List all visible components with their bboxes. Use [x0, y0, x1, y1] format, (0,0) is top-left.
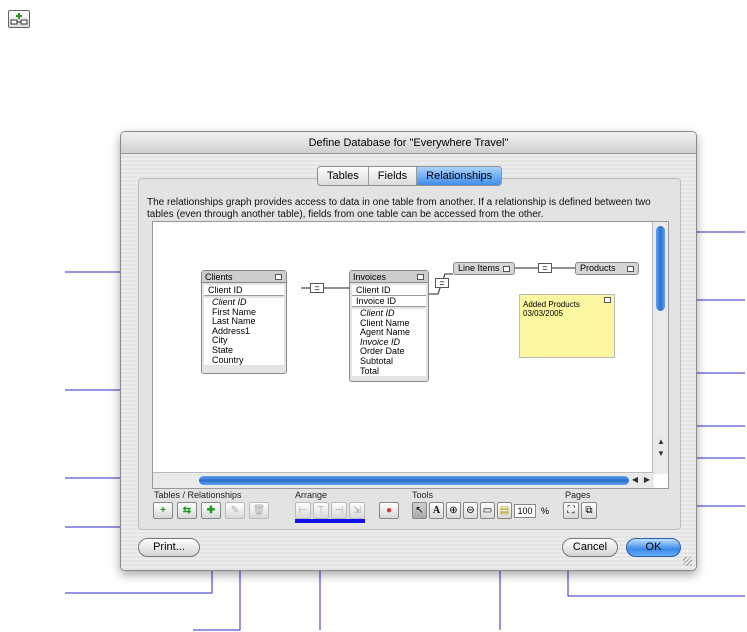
products-table[interactable]: Products: [575, 262, 639, 275]
add-table-icon: +: [160, 505, 166, 516]
zoom-out-button[interactable]: ⊖: [463, 502, 478, 519]
collapse-icon[interactable]: [627, 266, 634, 272]
show-page-breaks-button[interactable]: ⛶: [563, 502, 579, 519]
field-country: Country: [212, 354, 244, 365]
text-tool-icon: A: [432, 505, 441, 516]
text-tool-button[interactable]: A: [429, 502, 444, 519]
add-relationship-button[interactable]: ⇆: [177, 502, 197, 519]
page-setup-button[interactable]: ⧉: [581, 502, 597, 519]
invoices-table[interactable]: Invoices Client ID Invoice ID Client ID …: [349, 270, 429, 382]
horizontal-scrollbar[interactable]: ◀ ▶: [153, 472, 654, 488]
relationships-description: The relationships graph provides access …: [147, 197, 651, 220]
pages-toolbar: ⛶ ⧉: [563, 502, 597, 519]
arrange-toolbar: ⊢ ⊤ ⊣ ⇲: [295, 502, 365, 519]
scroll-left-icon[interactable]: ◀: [629, 474, 641, 486]
vertical-scroll-thumb[interactable]: [656, 226, 665, 311]
page-breaks-icon: ⛶: [567, 505, 575, 516]
clients-table-title: Clients: [205, 272, 233, 282]
tab-tables[interactable]: Tables: [318, 167, 369, 185]
line-items-table-title: Line Items: [458, 263, 500, 273]
define-database-dialog: Define Database for "Everywhere Travel" …: [120, 131, 697, 571]
distribute-icon: ⊣: [334, 505, 344, 516]
resize-grip-icon[interactable]: [683, 557, 692, 566]
add-table-button[interactable]: +: [153, 502, 173, 519]
view-button[interactable]: ▭: [480, 502, 495, 519]
line-items-table[interactable]: Line Items: [453, 262, 515, 275]
collapse-icon[interactable]: [417, 274, 424, 280]
invoices-table-header[interactable]: Invoices: [350, 271, 428, 283]
tables-relationships-label: Tables / Relationships: [154, 490, 242, 500]
resize-icon: ⇲: [352, 505, 362, 516]
relationship-operator-icon[interactable]: =: [310, 283, 324, 293]
resize-button[interactable]: ⇲: [349, 502, 365, 519]
print-button[interactable]: Print...: [138, 538, 200, 557]
invoices-table-title: Invoices: [353, 272, 387, 282]
note-line-2: 03/03/2005: [523, 309, 564, 318]
note-tool-button[interactable]: ▤: [497, 502, 512, 519]
distribute-button[interactable]: ⊣: [331, 502, 347, 519]
relationships-panel: The relationships graph provides access …: [138, 178, 681, 530]
align-left-icon: ⊢: [298, 505, 308, 516]
clients-fields-list: Client ID First Name Last Name Address1 …: [204, 297, 284, 366]
align-top-button[interactable]: ⊤: [313, 502, 329, 519]
define-database-tabs: Tables Fields Relationships: [317, 166, 503, 186]
invoices-key-field-1: Client ID: [352, 285, 426, 296]
invoices-key-field-2: Invoice ID: [352, 296, 426, 307]
field-total: Total: [360, 365, 380, 376]
clients-table-header[interactable]: Clients: [202, 271, 286, 283]
vertical-scrollbar[interactable]: ▲ ▼: [652, 222, 668, 474]
align-left-button[interactable]: ⊢: [295, 502, 311, 519]
relationship-operator-icon[interactable]: =: [435, 278, 449, 288]
add-relationship-icon: ⇆: [182, 505, 192, 516]
note-line-1: Added Products: [523, 300, 580, 309]
add-relationship-icon: [8, 10, 30, 28]
view-icon: ▭: [482, 505, 493, 516]
align-top-icon: ⊤: [316, 505, 326, 516]
scroll-up-icon[interactable]: ▲: [655, 436, 667, 448]
relationships-graph[interactable]: Clients Client ID Client ID First Name L…: [152, 221, 669, 489]
duplicate-button[interactable]: ✚: [201, 502, 221, 519]
tables-relationships-toolbar: + ⇆ ✚ ✎ 🗑: [153, 502, 269, 519]
tab-fields[interactable]: Fields: [369, 167, 418, 185]
zoom-in-icon: ⊕: [449, 505, 458, 516]
pencil-icon: ✎: [230, 505, 240, 516]
color-button[interactable]: ●: [379, 502, 399, 519]
trash-icon: 🗑: [252, 505, 266, 516]
clients-key-field: Client ID: [204, 285, 284, 296]
relationship-operator-icon[interactable]: =: [538, 263, 552, 273]
tools-toolbar: ↖ A ⊕ ⊖ ▭ ▤ 100 %: [412, 502, 549, 519]
ok-button[interactable]: OK: [626, 538, 681, 557]
note-icon: ▤: [499, 505, 510, 516]
zoom-unit-label: %: [541, 505, 550, 516]
dialog-title: Define Database for "Everywhere Travel": [121, 132, 696, 154]
zoom-in-button[interactable]: ⊕: [446, 502, 461, 519]
pointer-icon: ↖: [415, 505, 424, 516]
zoom-percentage-field[interactable]: 100: [514, 503, 536, 518]
text-note[interactable]: Added Products 03/03/2005: [519, 294, 615, 358]
products-table-title: Products: [580, 263, 616, 273]
color-toolbar: ●: [379, 502, 399, 519]
tools-label: Tools: [412, 490, 434, 500]
color-wheel-icon: ●: [385, 505, 393, 516]
page-setup-icon: ⧉: [585, 505, 593, 516]
pointer-tool-button[interactable]: ↖: [412, 502, 427, 519]
duplicate-icon: ✚: [206, 505, 216, 516]
scroll-right-icon[interactable]: ▶: [641, 474, 653, 486]
tab-relationships[interactable]: Relationships: [417, 167, 502, 185]
collapse-icon[interactable]: [503, 266, 510, 272]
zoom-out-icon: ⊖: [466, 505, 475, 516]
arrange-highlight-bar: [295, 519, 365, 523]
horizontal-scroll-thumb[interactable]: [199, 476, 629, 485]
collapse-icon[interactable]: [604, 297, 611, 303]
scroll-down-icon[interactable]: ▼: [655, 448, 667, 460]
arrange-label: Arrange: [295, 490, 328, 500]
delete-button[interactable]: 🗑: [249, 502, 269, 519]
edit-button[interactable]: ✎: [225, 502, 245, 519]
clients-table[interactable]: Clients Client ID Client ID First Name L…: [201, 270, 287, 374]
collapse-icon[interactable]: [275, 274, 282, 280]
pages-label: Pages: [565, 490, 591, 500]
cancel-button[interactable]: Cancel: [562, 538, 618, 557]
invoices-fields-list: Client ID Client Name Agent Name Invoice…: [352, 308, 426, 377]
